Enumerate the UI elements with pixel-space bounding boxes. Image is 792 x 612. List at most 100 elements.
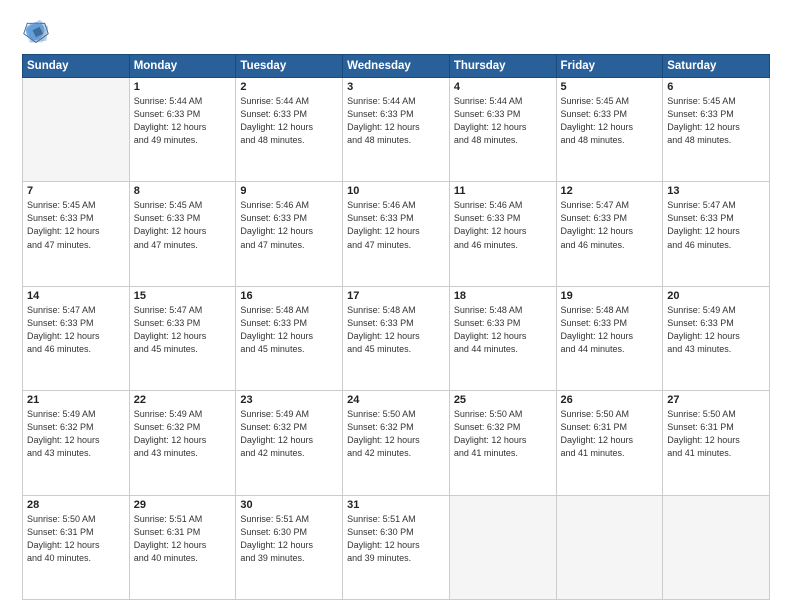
day-info: Sunrise: 5:50 AM Sunset: 6:31 PM Dayligh… (561, 408, 659, 460)
day-number: 24 (347, 394, 445, 406)
day-number: 22 (134, 394, 232, 406)
header-cell-wednesday: Wednesday (343, 55, 450, 78)
day-number: 21 (27, 394, 125, 406)
day-number: 19 (561, 290, 659, 302)
calendar-cell: 28 Sunrise: 5:50 AM Sunset: 6:31 PM Dayli… (23, 495, 130, 599)
day-number: 9 (240, 185, 338, 197)
day-number: 23 (240, 394, 338, 406)
day-info: Sunrise: 5:44 AM Sunset: 6:33 PM Dayligh… (347, 95, 445, 147)
day-info: Sunrise: 5:45 AM Sunset: 6:33 PM Dayligh… (134, 199, 232, 251)
calendar-cell: 18Sunrise: 5:48 AM Sunset: 6:33 PM Dayli… (449, 286, 556, 390)
day-number: 12 (561, 185, 659, 197)
day-number: 7 (27, 185, 125, 197)
day-info: Sunrise: 5:45 AM Sunset: 6:33 PM Dayligh… (561, 95, 659, 147)
day-info: Sunrise: 5:50 AM Sunset: 6:32 PM Dayligh… (347, 408, 445, 460)
header-cell-monday: Monday (129, 55, 236, 78)
calendar-row-1: 7 Sunrise: 5:45 AM Sunset: 6:33 PM Daylig… (23, 182, 770, 286)
calendar-cell (663, 495, 770, 599)
calendar-cell: 6 Sunrise: 5:45 AM Sunset: 6:33 PM Daylig… (663, 78, 770, 182)
day-number: 1 (134, 81, 232, 93)
calendar-cell: 20 Sunrise: 5:49 AM Sunset: 6:33 PM Dayli… (663, 286, 770, 390)
day-number: 27 (667, 394, 765, 406)
day-number: 29 (134, 499, 232, 511)
calendar-cell: 15 Sunrise: 5:47 AM Sunset: 6:33 PM Dayli… (129, 286, 236, 390)
calendar-cell: 25Sunrise: 5:50 AM Sunset: 6:32 PM Dayli… (449, 391, 556, 495)
calendar-row-4: 28 Sunrise: 5:50 AM Sunset: 6:31 PM Dayli… (23, 495, 770, 599)
header-cell-saturday: Saturday (663, 55, 770, 78)
day-info: Sunrise: 5:46 AM Sunset: 6:33 PM Dayligh… (240, 199, 338, 251)
day-info: Sunrise: 5:49 AM Sunset: 6:32 PM Dayligh… (134, 408, 232, 460)
day-number: 31 (347, 499, 445, 511)
day-info: Sunrise: 5:50 AM Sunset: 6:31 PM Dayligh… (27, 513, 125, 565)
day-number: 14 (27, 290, 125, 302)
calendar-cell: 9 Sunrise: 5:46 AM Sunset: 6:33 PM Daylig… (236, 182, 343, 286)
day-number: 17 (347, 290, 445, 302)
day-info: Sunrise: 5:51 AM Sunset: 6:30 PM Dayligh… (347, 513, 445, 565)
day-info: Sunrise: 5:45 AM Sunset: 6:33 PM Dayligh… (27, 199, 125, 251)
calendar-cell: 10 Sunrise: 5:46 AM Sunset: 6:33 PM Dayli… (343, 182, 450, 286)
day-number: 13 (667, 185, 765, 197)
calendar-cell: 21Sunrise: 5:49 AM Sunset: 6:32 PM Dayli… (23, 391, 130, 495)
calendar-cell: 16 Sunrise: 5:48 AM Sunset: 6:33 PM Dayli… (236, 286, 343, 390)
day-info: Sunrise: 5:44 AM Sunset: 6:33 PM Dayligh… (240, 95, 338, 147)
day-info: Sunrise: 5:51 AM Sunset: 6:30 PM Dayligh… (240, 513, 338, 565)
calendar-cell (556, 495, 663, 599)
logo-icon (22, 18, 50, 46)
calendar-cell: 17 Sunrise: 5:48 AM Sunset: 6:33 PM Dayli… (343, 286, 450, 390)
header-cell-friday: Friday (556, 55, 663, 78)
day-number: 2 (240, 81, 338, 93)
calendar-row-0: 1 Sunrise: 5:44 AM Sunset: 6:33 PM Daylig… (23, 78, 770, 182)
page: SundayMondayTuesdayWednesdayThursdayFrid… (0, 0, 792, 612)
calendar-cell: 22 Sunrise: 5:49 AM Sunset: 6:32 PM Dayli… (129, 391, 236, 495)
day-number: 28 (27, 499, 125, 511)
calendar-cell: 1 Sunrise: 5:44 AM Sunset: 6:33 PM Daylig… (129, 78, 236, 182)
day-info: Sunrise: 5:51 AM Sunset: 6:31 PM Dayligh… (134, 513, 232, 565)
calendar-cell: 29 Sunrise: 5:51 AM Sunset: 6:31 PM Dayli… (129, 495, 236, 599)
day-number: 25 (454, 394, 552, 406)
calendar-cell (23, 78, 130, 182)
calendar-cell: 8 Sunrise: 5:45 AM Sunset: 6:33 PM Daylig… (129, 182, 236, 286)
calendar-cell: 31 Sunrise: 5:51 AM Sunset: 6:30 PM Dayli… (343, 495, 450, 599)
day-info: Sunrise: 5:50 AM Sunset: 6:31 PM Dayligh… (667, 408, 765, 460)
calendar-cell: 13 Sunrise: 5:47 AM Sunset: 6:33 PM Dayli… (663, 182, 770, 286)
calendar-cell: 23 Sunrise: 5:49 AM Sunset: 6:32 PM Dayli… (236, 391, 343, 495)
day-info: Sunrise: 5:46 AM Sunset: 6:33 PM Dayligh… (347, 199, 445, 251)
day-info: Sunrise: 5:44 AM Sunset: 6:33 PM Dayligh… (454, 95, 552, 147)
day-info: Sunrise: 5:44 AM Sunset: 6:33 PM Dayligh… (134, 95, 232, 147)
header-cell-thursday: Thursday (449, 55, 556, 78)
day-info: Sunrise: 5:48 AM Sunset: 6:33 PM Dayligh… (561, 304, 659, 356)
day-info: Sunrise: 5:49 AM Sunset: 6:33 PM Dayligh… (667, 304, 765, 356)
day-info: Sunrise: 5:48 AM Sunset: 6:33 PM Dayligh… (240, 304, 338, 356)
calendar-row-2: 14 Sunrise: 5:47 AM Sunset: 6:33 PM Dayli… (23, 286, 770, 390)
day-info: Sunrise: 5:47 AM Sunset: 6:33 PM Dayligh… (561, 199, 659, 251)
calendar-body: 1 Sunrise: 5:44 AM Sunset: 6:33 PM Daylig… (23, 78, 770, 600)
day-number: 16 (240, 290, 338, 302)
calendar-table: SundayMondayTuesdayWednesdayThursdayFrid… (22, 54, 770, 600)
day-number: 8 (134, 185, 232, 197)
day-info: Sunrise: 5:47 AM Sunset: 6:33 PM Dayligh… (27, 304, 125, 356)
header-row: SundayMondayTuesdayWednesdayThursdayFrid… (23, 55, 770, 78)
calendar-row-3: 21 Sunrise: 5:49 AM Sunset: 6:32 PM Dayli… (23, 391, 770, 495)
calendar-cell: 27 Sunrise: 5:50 AM Sunset: 6:31 PM Dayli… (663, 391, 770, 495)
day-info: Sunrise: 5:46 AM Sunset: 6:33 PM Dayligh… (454, 199, 552, 251)
calendar-cell: 4Sunrise: 5:44 AM Sunset: 6:33 PM Daylig… (449, 78, 556, 182)
calendar-cell: 2 Sunrise: 5:44 AM Sunset: 6:33 PM Daylig… (236, 78, 343, 182)
day-info: Sunrise: 5:48 AM Sunset: 6:33 PM Dayligh… (454, 304, 552, 356)
day-info: Sunrise: 5:45 AM Sunset: 6:33 PM Dayligh… (667, 95, 765, 147)
calendar-cell: 11 Sunrise: 5:46 AM Sunset: 6:33 PM Dayli… (449, 182, 556, 286)
calendar-cell: 7 Sunrise: 5:45 AM Sunset: 6:33 PM Daylig… (23, 182, 130, 286)
day-info: Sunrise: 5:49 AM Sunset: 6:32 PM Dayligh… (240, 408, 338, 460)
day-number: 10 (347, 185, 445, 197)
logo (22, 18, 54, 46)
day-info: Sunrise: 5:47 AM Sunset: 6:33 PM Dayligh… (134, 304, 232, 356)
day-info: Sunrise: 5:48 AM Sunset: 6:33 PM Dayligh… (347, 304, 445, 356)
day-number: 20 (667, 290, 765, 302)
calendar-cell: 3Sunrise: 5:44 AM Sunset: 6:33 PM Daylig… (343, 78, 450, 182)
day-number: 15 (134, 290, 232, 302)
header-cell-sunday: Sunday (23, 55, 130, 78)
day-number: 6 (667, 81, 765, 93)
day-number: 11 (454, 185, 552, 197)
header (22, 18, 770, 46)
day-info: Sunrise: 5:47 AM Sunset: 6:33 PM Dayligh… (667, 199, 765, 251)
day-number: 26 (561, 394, 659, 406)
